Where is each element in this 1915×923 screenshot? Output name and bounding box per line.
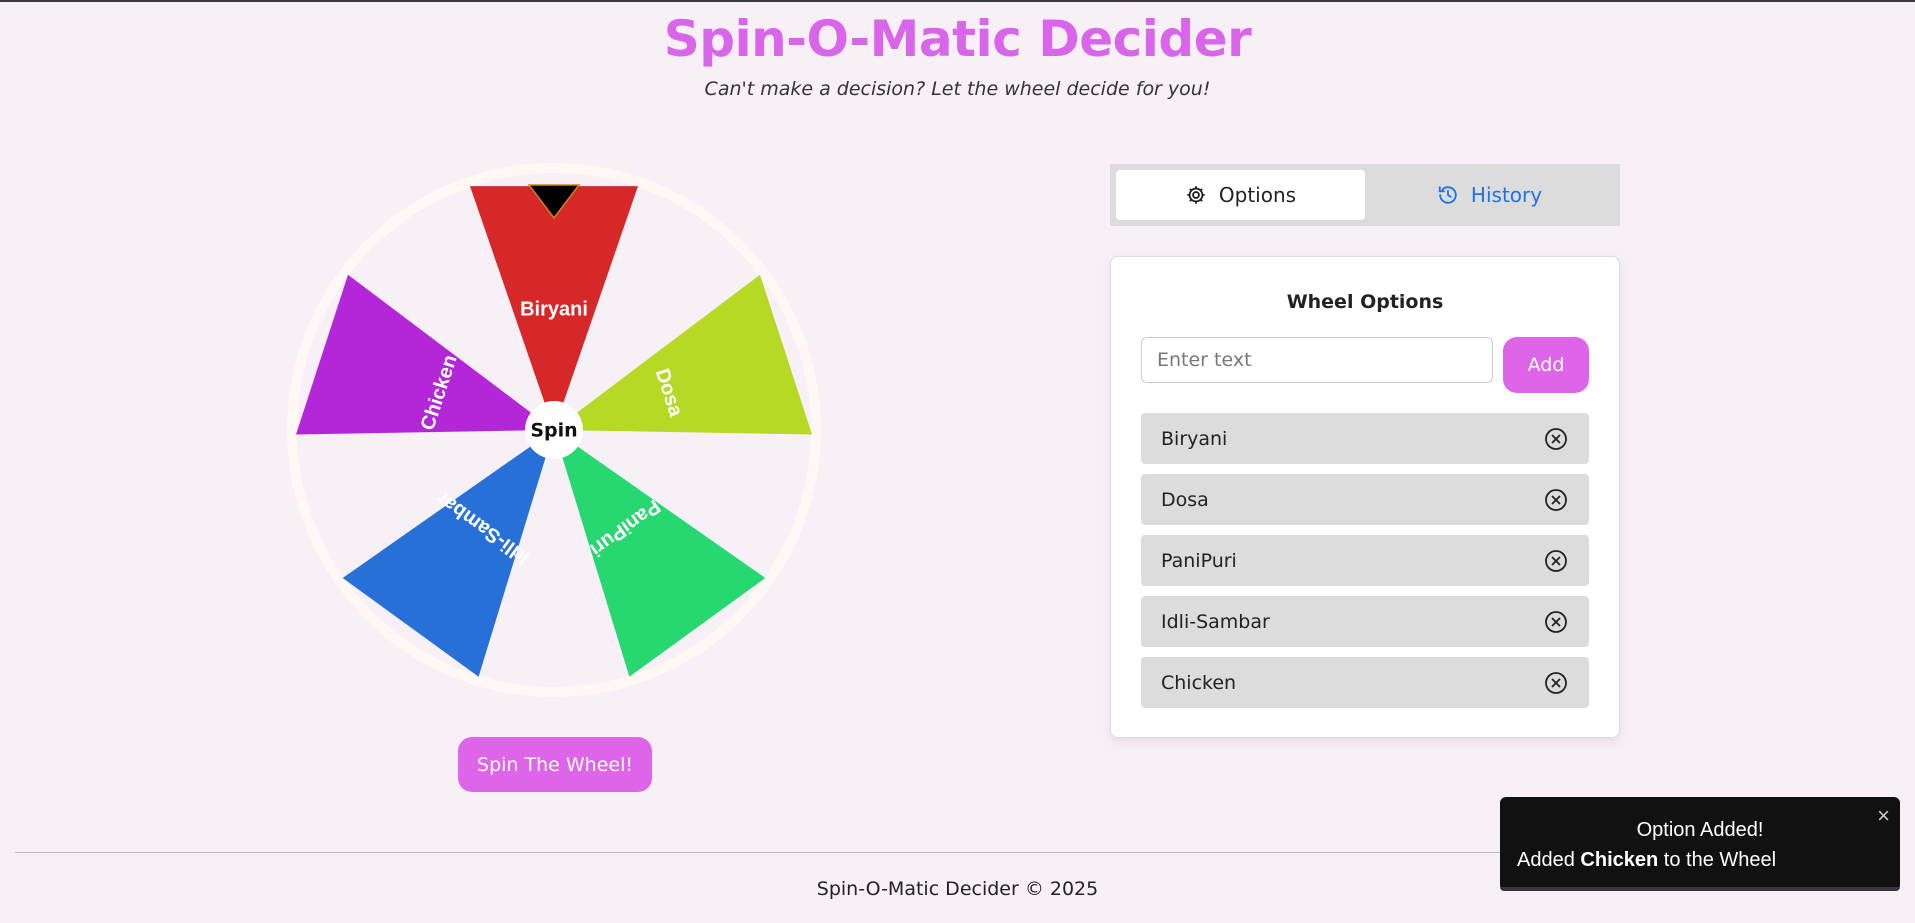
panel-title: Wheel Options xyxy=(1286,291,1444,313)
toast-progress-bar xyxy=(1500,887,1900,891)
list-item: Idli-Sambar xyxy=(1141,596,1589,647)
wheel-options-panel: Wheel Options Add Biryani Dosa PaniPuri … xyxy=(1110,256,1620,738)
toast-title: Option Added! xyxy=(1636,819,1764,841)
wheel-graphic[interactable]: BiryaniDosaPaniPuriIdli-SambarChicken Spi… xyxy=(284,160,824,700)
circle-x-icon[interactable] xyxy=(1543,670,1569,696)
spin-the-wheel-button[interactable]: Spin The Wheel! xyxy=(458,737,652,792)
tab-history[interactable]: History xyxy=(1365,170,1614,220)
history-icon xyxy=(1437,184,1459,206)
option-label: Biryani xyxy=(1161,427,1228,450)
circle-x-icon[interactable] xyxy=(1543,609,1569,635)
toast-message: Added Chicken to the Wheel xyxy=(1517,849,1776,872)
add-option-button[interactable]: Add xyxy=(1503,337,1589,393)
circle-x-icon[interactable] xyxy=(1543,548,1569,574)
option-added-toast: Option Added! Added Chicken to the Wheel… xyxy=(1500,797,1900,891)
circle-x-icon[interactable] xyxy=(1543,426,1569,452)
list-item: Dosa xyxy=(1141,474,1589,525)
close-icon[interactable]: × xyxy=(1877,803,1890,829)
tab-options-label: Options xyxy=(1218,183,1297,207)
wheel-segment-label: Biryani xyxy=(520,298,588,320)
list-item: PaniPuri xyxy=(1141,535,1589,586)
list-item: Biryani xyxy=(1141,413,1589,464)
options-list: Biryani Dosa PaniPuri Idli-Sambar Chicke… xyxy=(1141,413,1589,718)
option-label: PaniPuri xyxy=(1161,549,1237,572)
tab-history-label: History xyxy=(1470,183,1543,207)
page-subtitle: Can't make a decision? Let the wheel dec… xyxy=(704,78,1211,100)
toast-item-name: Chicken xyxy=(1580,849,1659,871)
option-text-input[interactable] xyxy=(1141,337,1493,383)
panel-tabs: Options History xyxy=(1110,164,1620,226)
wheel-segment xyxy=(554,430,766,677)
option-label: Idli-Sambar xyxy=(1161,610,1270,633)
gear-icon xyxy=(1185,184,1207,206)
option-label: Dosa xyxy=(1161,488,1209,511)
wheel-spin-hub-label[interactable]: Spin xyxy=(530,420,577,442)
list-item: Chicken xyxy=(1141,657,1589,708)
circle-x-icon[interactable] xyxy=(1543,487,1569,513)
toast-body-suffix: to the Wheel xyxy=(1663,849,1777,871)
option-label: Chicken xyxy=(1161,671,1237,694)
page-title: Spin-O-Matic Decider xyxy=(663,10,1252,68)
toast-body-prefix: Added xyxy=(1517,849,1575,871)
tab-options[interactable]: Options xyxy=(1116,170,1365,220)
spin-wheel[interactable]: Biryani Dosa PaniPuri Idli-Sambar Chicken Spi… xyxy=(284,160,824,700)
